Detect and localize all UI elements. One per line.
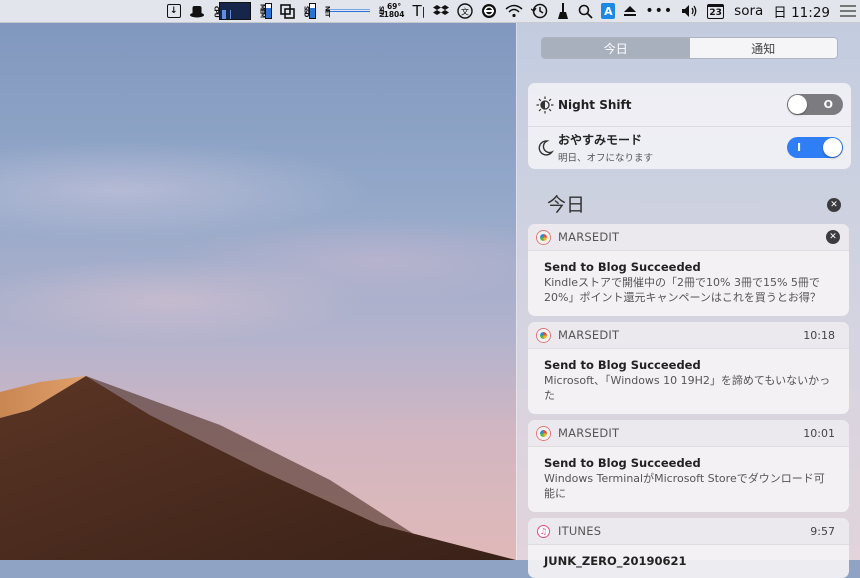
time-machine-icon[interactable] (531, 0, 548, 22)
copy-icon[interactable] (279, 0, 295, 22)
night-shift-toggle[interactable]: O (787, 94, 843, 115)
card-time: 9:57 (810, 524, 835, 538)
wifi-icon[interactable] (505, 0, 523, 22)
dnd-toggle[interactable]: I (787, 137, 843, 158)
card-message: Microsoft、「Windows 10 19H2」を諦めてもいないかった (544, 374, 831, 402)
search-icon[interactable] (578, 0, 594, 22)
atok-icon[interactable]: A (601, 0, 616, 22)
marsedit-icon (537, 230, 550, 244)
user-name[interactable]: sora (734, 0, 763, 22)
memory-monitor[interactable]: MEM (259, 0, 272, 22)
notification-center-icon[interactable] (840, 0, 856, 22)
card-app-name: MARSEDIT (558, 426, 620, 440)
text-cursor-icon[interactable]: T | (413, 0, 426, 22)
night-shift-label: Night Shift (558, 97, 632, 112)
notification-card[interactable]: MARSEDIT ✕ Send to Blog Succeeded Kindle… (528, 224, 849, 316)
clear-section-close-icon[interactable]: ✕ (827, 198, 841, 212)
sensor-monitor[interactable]: SEN 69° 1804 (378, 0, 405, 22)
card-message: Windows TerminalがMicrosoft Storeでダウンロード可… (544, 472, 825, 500)
view-segment-control: 今日 通知 (541, 37, 838, 59)
dnd-row: おやすみモード 明日、オフになります I (528, 126, 851, 169)
notification-center-panel: 今日 通知 Night Shift O おやすみモード 明日、オフになります I… (516, 23, 860, 578)
ssd-monitor[interactable]: SSD (303, 0, 316, 22)
notification-card[interactable]: ♫ ITUNES 9:57 JUNK_ZERO_20190621 (528, 518, 849, 578)
notification-card[interactable]: MARSEDIT 10:18 Send to Blog Succeeded Mi… (528, 322, 849, 414)
cpu-monitor[interactable]: CPU (213, 0, 251, 22)
dnd-label: おやすみモード (558, 133, 643, 147)
network-monitor[interactable]: NET (324, 0, 370, 22)
today-section-title: 今日 (547, 194, 586, 216)
steering-icon[interactable] (481, 0, 497, 22)
tab-today[interactable]: 今日 (542, 38, 690, 58)
card-time: 10:01 (803, 426, 835, 440)
menu-bar: ↓ CPU MEM SSD NET SEN 69° 1804 T | 文 A •… (0, 0, 860, 23)
more-icon[interactable]: ••• (645, 0, 673, 22)
dnd-toggle-mark: I (797, 141, 802, 154)
broom-icon[interactable] (556, 0, 570, 22)
dnd-toggle-knob (823, 138, 842, 157)
translate-icon[interactable]: 文 (457, 0, 474, 22)
dune-illustration (0, 376, 516, 560)
hat-icon[interactable] (189, 0, 205, 22)
card-title: JUNK_ZERO_20190621 (544, 554, 687, 568)
clock[interactable]: 日 11:29 (773, 0, 830, 22)
card-app-name: ITUNES (558, 524, 602, 538)
tab-notifications[interactable]: 通知 (689, 38, 837, 58)
night-shift-toggle-mark: O (823, 98, 833, 111)
download-icon[interactable]: ↓ (166, 0, 181, 22)
card-title: Send to Blog Succeeded (544, 260, 701, 274)
card-app-name: MARSEDIT (558, 328, 620, 342)
card-title: Send to Blog Succeeded (544, 358, 701, 372)
night-shift-toggle-knob (788, 95, 807, 114)
volume-icon[interactable] (681, 0, 699, 22)
card-title: Send to Blog Succeeded (544, 456, 701, 470)
dropbox-icon[interactable] (433, 0, 450, 22)
dnd-sublabel: 明日、オフになります (558, 153, 654, 164)
moon-icon (536, 139, 554, 157)
notification-card[interactable]: MARSEDIT 10:01 Send to Blog Succeeded Wi… (528, 420, 849, 512)
fan-speed-value: 1804 (383, 10, 405, 19)
calendar-icon[interactable]: 23 (707, 0, 725, 22)
eject-icon[interactable] (623, 0, 637, 22)
night-shift-row: Night Shift O (528, 83, 851, 127)
marsedit-icon (537, 328, 550, 342)
marsedit-icon (537, 426, 550, 440)
cpu-graph (218, 2, 251, 20)
card-app-name: MARSEDIT (558, 230, 620, 244)
card-message: Kindleストアで開催中の「2冊で10% 3冊で15% 5冊で20%」ポイント… (544, 276, 821, 304)
memory-meter (264, 3, 272, 19)
svg-text:文: 文 (461, 7, 469, 17)
card-time: 10:18 (803, 328, 835, 342)
night-shift-icon (536, 96, 554, 114)
itunes-icon: ♫ (537, 524, 550, 538)
card-close-icon[interactable]: ✕ (826, 230, 840, 244)
network-graph (329, 4, 370, 18)
quick-toggles: Night Shift O おやすみモード 明日、オフになります I (528, 83, 851, 169)
ssd-meter (308, 3, 316, 19)
